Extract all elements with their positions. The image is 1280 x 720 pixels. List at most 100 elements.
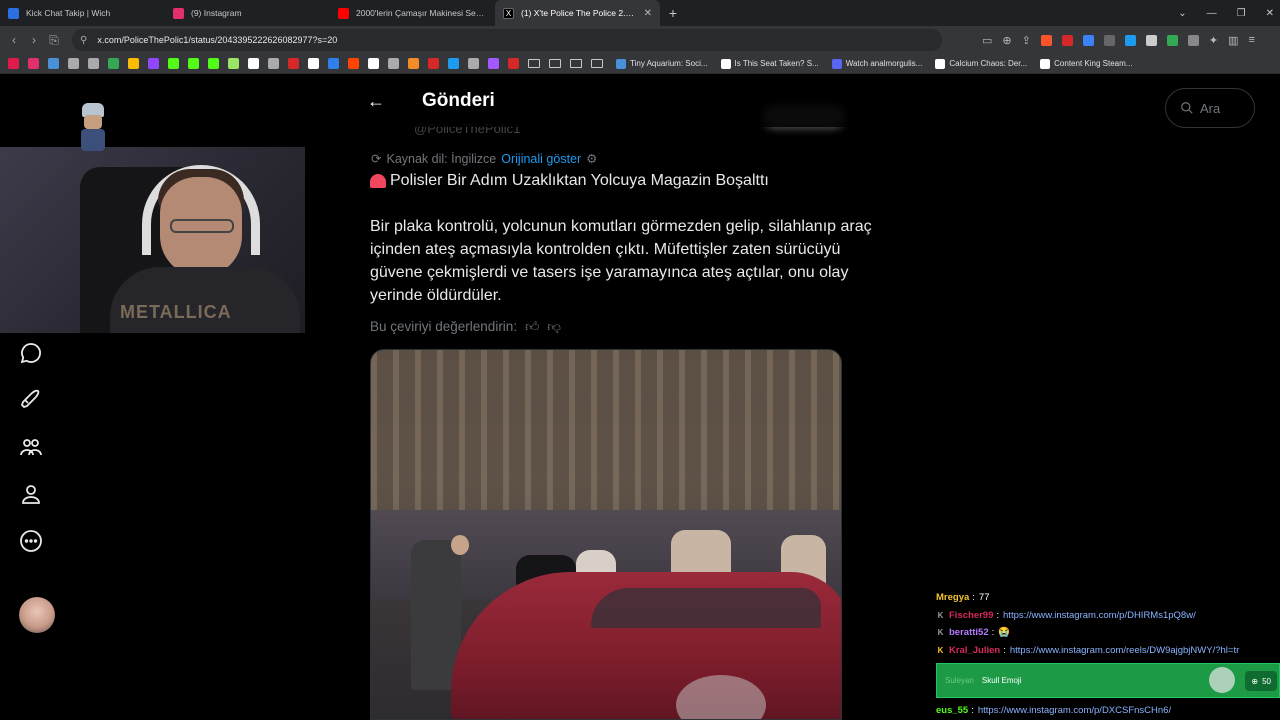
bookmark-icon[interactable] xyxy=(108,58,119,69)
extension-icon[interactable] xyxy=(1082,34,1094,46)
back-icon[interactable]: ‹ xyxy=(4,33,24,47)
rate-translation-label: Bu çeviriyi değerlendirin: xyxy=(370,319,518,334)
more-icon[interactable] xyxy=(18,528,44,554)
bookmark-icon[interactable] xyxy=(168,58,179,69)
rocket-icon[interactable] xyxy=(18,387,44,413)
browser-tab[interactable]: Kick Chat Takip | Wich xyxy=(0,0,165,26)
bookmark-folder-icon[interactable] xyxy=(528,59,540,68)
browser-tab-active[interactable]: X (1) X'te Police The Police 2.0: " ✕ xyxy=(495,0,660,26)
bookmark-icon[interactable] xyxy=(428,58,439,69)
thumbs-down-icon[interactable]: 👎︎ xyxy=(547,318,561,335)
bookmark-item[interactable]: Is This Seat Taken? S... xyxy=(720,58,819,69)
extension-icon[interactable] xyxy=(1166,34,1178,46)
extension-icons: ▭ ⊕ ⇪ ✦ ▥ ≡ xyxy=(982,34,1255,47)
bookmark-icon[interactable] xyxy=(208,58,219,69)
bookmark-icon[interactable] xyxy=(228,58,239,69)
extension-icon[interactable] xyxy=(1061,34,1073,46)
bookmark-icon[interactable] xyxy=(368,58,379,69)
bookmark-label: Tiny Aquarium: Soci... xyxy=(630,59,708,68)
brave-shield-icon[interactable] xyxy=(1040,34,1052,46)
bookmark-folder-icon[interactable] xyxy=(570,59,582,68)
puzzle-icon[interactable]: ✦ xyxy=(1209,34,1218,47)
bookmark-icon[interactable] xyxy=(288,58,299,69)
window-controls: ⌄ — ❐ ✕ xyxy=(1178,0,1274,26)
post-video[interactable] xyxy=(370,349,842,720)
chat-message: eus_55 : https://www.instagram.com/p/DXC… xyxy=(936,705,1172,717)
bookmark-item[interactable]: Watch analmorgulis... xyxy=(831,58,922,69)
bookmark-item[interactable]: Calcium Chaos: Der... xyxy=(935,58,1027,69)
bookmark-icon[interactable] xyxy=(448,58,459,69)
settings-gear-icon[interactable]: ⚙ xyxy=(586,151,597,166)
bookmarks-bar: Tiny Aquarium: Soci... Is This Seat Taken… xyxy=(0,54,1280,74)
bookmark-icon[interactable] xyxy=(188,58,199,69)
minimize-icon[interactable]: — xyxy=(1207,8,1217,19)
close-tab-icon[interactable]: ✕ xyxy=(644,8,652,19)
extension-icon[interactable] xyxy=(1187,34,1199,46)
bookmark-icon[interactable] xyxy=(28,58,39,69)
extension-icon[interactable] xyxy=(1124,34,1136,46)
x-logo-icon: X xyxy=(503,7,514,19)
bookmark-icon[interactable] xyxy=(68,58,79,69)
profile-icon[interactable] xyxy=(18,481,44,507)
shirt-print: METALLICA xyxy=(120,302,232,322)
bookmark-item[interactable]: Tiny Aquarium: Soci... xyxy=(616,58,708,69)
bookmark-icon[interactable] xyxy=(408,58,419,69)
community-icon[interactable] xyxy=(18,434,44,460)
bookmark-icon[interactable] xyxy=(88,58,99,69)
address-bar-row: ‹ › ⎘ ⚲ x.com/PoliceThePolic1/status/204… xyxy=(0,26,1280,54)
chat-message: Mregya : 77 xyxy=(936,592,990,604)
bookmark-icon xyxy=(935,58,946,69)
chat-message: K Kral_Julien : https://www.instagram.co… xyxy=(937,644,1240,656)
tab-title: (1) X'te Police The Police 2.0: " xyxy=(521,8,638,18)
show-original-link[interactable]: Orijinali göster xyxy=(501,152,581,166)
chat-username: beratti52 xyxy=(949,627,989,639)
bookmark-icon[interactable] xyxy=(128,58,139,69)
back-arrow-icon[interactable]: ← xyxy=(367,91,397,112)
url-field[interactable]: ⚲ x.com/PoliceThePolic1/status/204339522… xyxy=(72,29,942,51)
bookmark-icon[interactable] xyxy=(508,58,519,69)
chat-icon[interactable] xyxy=(18,340,44,366)
chat-link[interactable]: https://www.instagram.com/p/DHIRMs1pQ8w/ xyxy=(1003,610,1196,621)
browser-tab[interactable]: 2000'lerin Çamaşır Makinesi Sesi (Bo xyxy=(330,0,495,26)
browser-tab[interactable]: (9) Instagram xyxy=(165,0,330,26)
bookmark-icon[interactable] xyxy=(488,58,499,69)
tab-favicon-icon xyxy=(173,7,184,19)
bookmark-page-icon[interactable]: ⎘ xyxy=(44,33,64,48)
bookmark-icon[interactable] xyxy=(388,58,399,69)
bookmark-icon[interactable] xyxy=(328,58,339,69)
restore-icon[interactable]: ❐ xyxy=(1237,8,1246,19)
chat-link[interactable]: https://www.instagram.com/reels/DW9ajgbj… xyxy=(1010,645,1239,656)
thumbs-up-icon[interactable]: 👍︎ xyxy=(525,318,539,335)
bookmark-folder-icon[interactable] xyxy=(591,59,603,68)
extension-icon[interactable] xyxy=(1103,34,1115,46)
share-icon[interactable]: ⇪ xyxy=(1022,34,1031,47)
bookmark-icon[interactable] xyxy=(148,58,159,69)
bookmark-item[interactable]: Content King Steam... xyxy=(1040,58,1132,69)
forward-icon[interactable]: › xyxy=(24,33,44,47)
translate-icon: ⟳ xyxy=(371,152,382,166)
site-info-icon[interactable]: ⚲ xyxy=(80,35,87,46)
chat-username: eus_55 xyxy=(936,705,969,717)
new-tab-button[interactable]: + xyxy=(660,5,686,21)
bookmark-folder-icon[interactable] xyxy=(549,59,561,68)
bookmark-icon[interactable] xyxy=(8,58,19,69)
account-avatar[interactable] xyxy=(19,597,55,633)
zoom-icon[interactable]: ⊕ xyxy=(1002,34,1011,47)
bookmark-icon[interactable] xyxy=(268,58,279,69)
bookmark-icon[interactable] xyxy=(248,58,259,69)
bookmark-icon[interactable] xyxy=(308,58,319,69)
search-input[interactable]: Ara xyxy=(1165,88,1255,128)
close-window-icon[interactable]: ✕ xyxy=(1266,8,1274,19)
webcam-overlay: METALLICA xyxy=(0,147,305,333)
chevron-down-icon[interactable]: ⌄ xyxy=(1178,8,1186,19)
cast-icon[interactable]: ▭ xyxy=(982,34,992,47)
bookmark-icon[interactable] xyxy=(348,58,359,69)
chat-reward-highlight: Suleyan Skull Emoji ⊕ 50 xyxy=(936,663,1280,698)
chat-link[interactable]: https://www.instagram.com/p/DXCSFnsCHn6/ xyxy=(978,705,1171,716)
extension-icon[interactable] xyxy=(1145,34,1157,46)
sidebar-icon[interactable]: ▥ xyxy=(1228,34,1238,47)
bookmark-icon[interactable] xyxy=(48,58,59,69)
skull-emoji-icon xyxy=(1209,667,1235,693)
bookmark-icon[interactable] xyxy=(468,58,479,69)
menu-icon[interactable]: ≡ xyxy=(1248,34,1254,46)
